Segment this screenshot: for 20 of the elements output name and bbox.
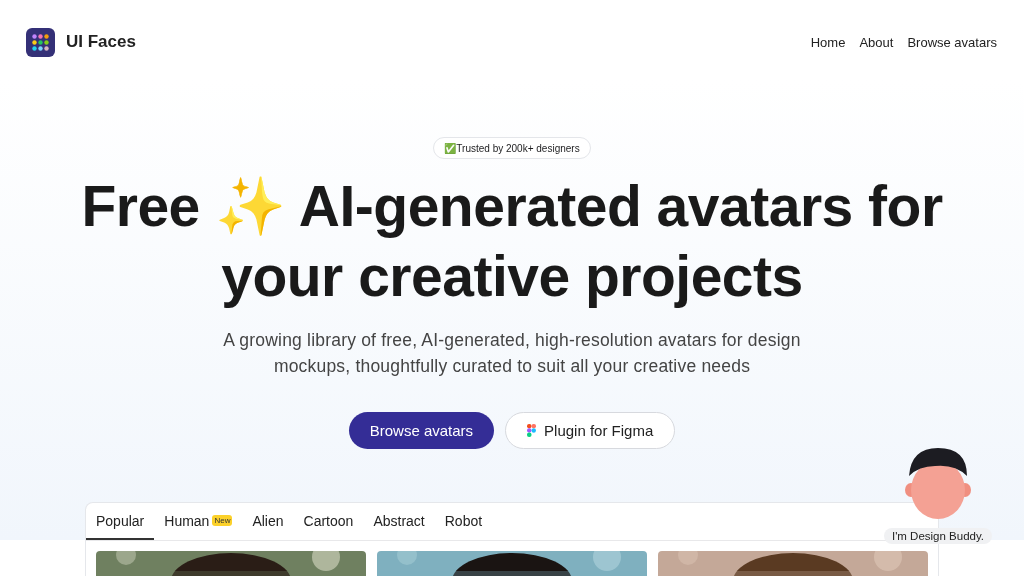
hero-title: your creative projects <box>220 243 804 310</box>
category-tab[interactable]: Popular <box>86 503 155 540</box>
mascot-caption: I'm Design Buddy. <box>883 528 993 544</box>
nav-link[interactable]: Browse avatars <box>907 34 997 50</box>
category-tab[interactable]: Human New <box>154 503 243 540</box>
browse-button[interactable]: Browse avatars <box>348 412 495 449</box>
category-tab[interactable]: Cartoon <box>293 503 364 540</box>
hero-title: Free ✨ AI-generated avatars for <box>81 173 943 240</box>
category-tab[interactable]: Robot <box>434 503 493 540</box>
new-badge: New <box>212 515 233 526</box>
logo-icon <box>26 27 55 57</box>
hero-subtitle: A growing library of free, AI-generated, high-resolution avatars for design mockups, thoughtfully curated to suit all your creative needs <box>222 329 802 378</box>
category-tab[interactable]: Abstract <box>363 503 435 540</box>
nav-link[interactable]: About <box>859 34 894 50</box>
nav-link[interactable]: Home <box>810 34 846 50</box>
trust-badge: ✅Trusted by 200k+ designers <box>433 137 591 159</box>
figma-plugin-button[interactable]: Plugin for Figma <box>505 412 676 449</box>
figma-icon <box>527 424 537 437</box>
brand-name[interactable]: UI Faces <box>66 32 136 52</box>
category-tab[interactable]: Alien <box>242 503 294 540</box>
